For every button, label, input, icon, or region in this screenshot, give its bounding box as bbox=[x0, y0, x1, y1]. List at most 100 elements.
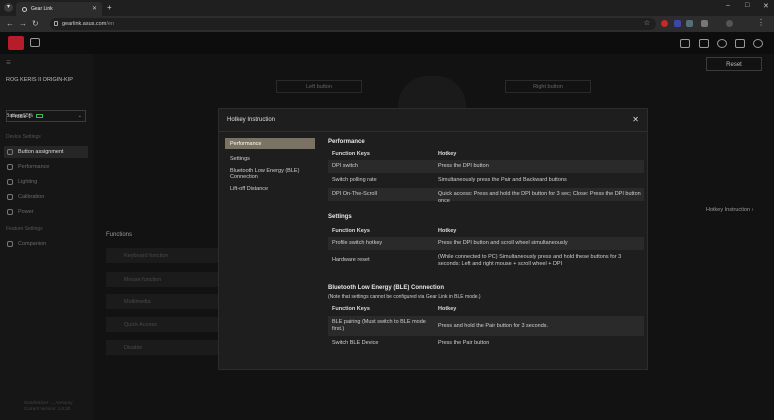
section-title: Performance bbox=[328, 139, 365, 145]
sidebar-item-button-assignment[interactable]: Button assignment bbox=[4, 146, 88, 158]
table-header: Function Keys Hotkey bbox=[328, 303, 644, 314]
table-header: Function Keys Hotkey bbox=[328, 225, 644, 236]
column-header: Hotkey bbox=[438, 151, 457, 157]
tab-search-icon[interactable]: ▾ bbox=[4, 3, 13, 12]
performance-icon bbox=[7, 164, 13, 170]
profile-select[interactable]: Profile 1 ⌄ bbox=[6, 110, 86, 122]
section-note: (Note that settings cannot be configured… bbox=[328, 294, 481, 300]
function-key: DPI On-The-Scroll bbox=[332, 191, 377, 197]
device-settings-heading: Device Settings bbox=[6, 134, 41, 140]
menu-icon[interactable]: ☰ bbox=[6, 60, 11, 66]
hotkey-instruction-link[interactable]: Hotkey Instruction › bbox=[706, 207, 753, 213]
table-row: Switch polling rate Simultaneously press … bbox=[328, 174, 644, 187]
table-row: Hardware reset (While connected to PC) Si… bbox=[328, 251, 644, 271]
device-tab-icon[interactable] bbox=[8, 36, 24, 50]
site-info-icon[interactable] bbox=[54, 21, 58, 26]
extension-icon[interactable] bbox=[674, 20, 681, 27]
app-topbar bbox=[0, 32, 774, 54]
table-row: DPI On-The-Scroll Quick access: Press and… bbox=[328, 188, 644, 204]
function-key: Switch polling rate bbox=[332, 177, 377, 183]
store-icon[interactable] bbox=[30, 38, 40, 47]
hotkey: (While connected to PC) Simultaneously p… bbox=[438, 254, 622, 267]
companion-icon bbox=[7, 241, 13, 247]
extension-icon[interactable] bbox=[661, 20, 668, 27]
minimize-icon[interactable]: – bbox=[726, 2, 730, 9]
reset-button[interactable]: Reset bbox=[706, 57, 762, 71]
new-tab-icon[interactable]: + bbox=[107, 3, 112, 12]
reload-icon[interactable]: ↻ bbox=[32, 19, 39, 28]
right-button-label[interactable]: Right button bbox=[505, 80, 591, 93]
modal-nav-ble[interactable]: Bluetooth Low Energy (BLE) Connection bbox=[225, 166, 315, 182]
tab-title: Gear Link bbox=[31, 6, 53, 12]
column-header: Function Keys bbox=[332, 151, 370, 157]
chevron-down-icon: ⌄ bbox=[77, 113, 82, 119]
gallery-icon[interactable] bbox=[699, 39, 709, 48]
section-title: Bluetooth Low Energy (BLE) Connection bbox=[328, 285, 444, 291]
calibration-icon bbox=[7, 194, 13, 200]
hotkey: Press the Pair button bbox=[438, 340, 490, 346]
function-quick-access[interactable]: Quick Access bbox=[106, 317, 218, 332]
table-row: DPI switch Press the DPI button bbox=[328, 160, 644, 173]
close-window-icon[interactable]: ✕ bbox=[763, 2, 769, 10]
close-icon[interactable]: ✕ bbox=[632, 115, 639, 124]
sidebar-item-power[interactable]: Power bbox=[4, 206, 88, 218]
function-key: Hardware reset bbox=[332, 257, 370, 263]
sidebar-item-companion[interactable]: Companion bbox=[4, 238, 88, 250]
forward-icon[interactable]: → bbox=[19, 19, 27, 28]
power-icon bbox=[7, 209, 13, 215]
lighting-icon bbox=[7, 179, 13, 185]
sidebar-item-label: Power bbox=[18, 209, 34, 215]
divider bbox=[219, 131, 647, 132]
function-key: DPI switch bbox=[332, 163, 358, 169]
tab-close-icon[interactable]: ✕ bbox=[92, 5, 97, 12]
hotkey: Quick access: Press and hold the DPI but… bbox=[438, 191, 641, 204]
function-multimedia[interactable]: Multimedia bbox=[106, 294, 218, 309]
address-bar[interactable]: gearlink.asus.com/en ☆ bbox=[50, 18, 656, 30]
table-header: Function Keys Hotkey bbox=[328, 148, 644, 159]
modal-nav-settings[interactable]: Settings bbox=[225, 154, 315, 164]
feature-settings-heading: Feature Settings bbox=[6, 226, 43, 232]
left-button-label[interactable]: Left button bbox=[276, 80, 362, 93]
sidebar-item-label: Lighting bbox=[18, 179, 38, 185]
sidebar-item-label: Calibration bbox=[18, 194, 45, 200]
version-info: Gearlink/ver ..., Armoury Current Versio… bbox=[24, 400, 73, 412]
sidebar-item-lighting[interactable]: Lighting bbox=[4, 176, 88, 188]
device-name: ROG KERIS II ORIGIN-KIP bbox=[6, 77, 73, 83]
browser-tab[interactable]: Gear Link ✕ bbox=[16, 2, 102, 16]
column-header: Hotkey bbox=[438, 228, 457, 234]
function-mouse[interactable]: Mouse function bbox=[106, 272, 218, 287]
browser-toolbar: ← → ↻ gearlink.asus.com/en ☆ ⋮ bbox=[0, 16, 774, 32]
browser-menu-icon[interactable]: ⋮ bbox=[757, 18, 765, 27]
function-disable[interactable]: Disable bbox=[106, 340, 218, 355]
function-key: BLE pairing (Must switch to BLE mode fir… bbox=[332, 319, 426, 332]
url-host: gearlink.asus.com bbox=[62, 21, 107, 27]
sidebar-item-label: Button assignment bbox=[18, 149, 64, 155]
modal-nav-performance[interactable]: Performance bbox=[225, 138, 315, 149]
arrow-right-icon: › bbox=[751, 207, 754, 213]
extensions-puzzle-icon[interactable] bbox=[701, 20, 708, 27]
sidebar-item-label: Companion bbox=[18, 241, 47, 247]
profile-value: Profile 1 bbox=[11, 114, 32, 120]
sidebar: ☰ ROG KERIS II ORIGIN-KIP Battery 55% Pr… bbox=[0, 54, 93, 420]
column-header: Function Keys bbox=[332, 228, 370, 234]
settings-gear-icon[interactable] bbox=[753, 39, 763, 48]
sidebar-item-calibration[interactable]: Calibration bbox=[4, 191, 88, 203]
maximize-icon[interactable]: □ bbox=[745, 2, 749, 9]
extension-icon[interactable] bbox=[686, 20, 693, 27]
hotkey-instruction-label: Hotkey Instruction bbox=[706, 207, 751, 213]
url-path: /en bbox=[106, 21, 114, 27]
functions-title: Functions bbox=[106, 232, 133, 238]
back-icon[interactable]: ← bbox=[6, 19, 14, 28]
bookmark-star-icon[interactable]: ☆ bbox=[644, 19, 650, 27]
modal-nav-lift-off[interactable]: Lift-off Distance bbox=[225, 184, 315, 194]
column-header: Hotkey bbox=[438, 306, 457, 312]
browser-tab-strip: ▾ Gear Link ✕ + – □ ✕ bbox=[0, 0, 774, 16]
function-keyboard[interactable]: Keyboard function bbox=[106, 248, 218, 263]
sidebar-item-performance[interactable]: Performance bbox=[4, 161, 88, 173]
profile-avatar-icon[interactable] bbox=[726, 20, 733, 27]
keyboard-icon[interactable] bbox=[680, 39, 690, 48]
hotkey: Press and hold the Pair button for 3 sec… bbox=[438, 323, 549, 329]
notification-bell-icon[interactable] bbox=[735, 39, 745, 48]
sync-icon[interactable] bbox=[717, 39, 727, 48]
table-row: Switch BLE Device Press the Pair button bbox=[328, 337, 644, 350]
